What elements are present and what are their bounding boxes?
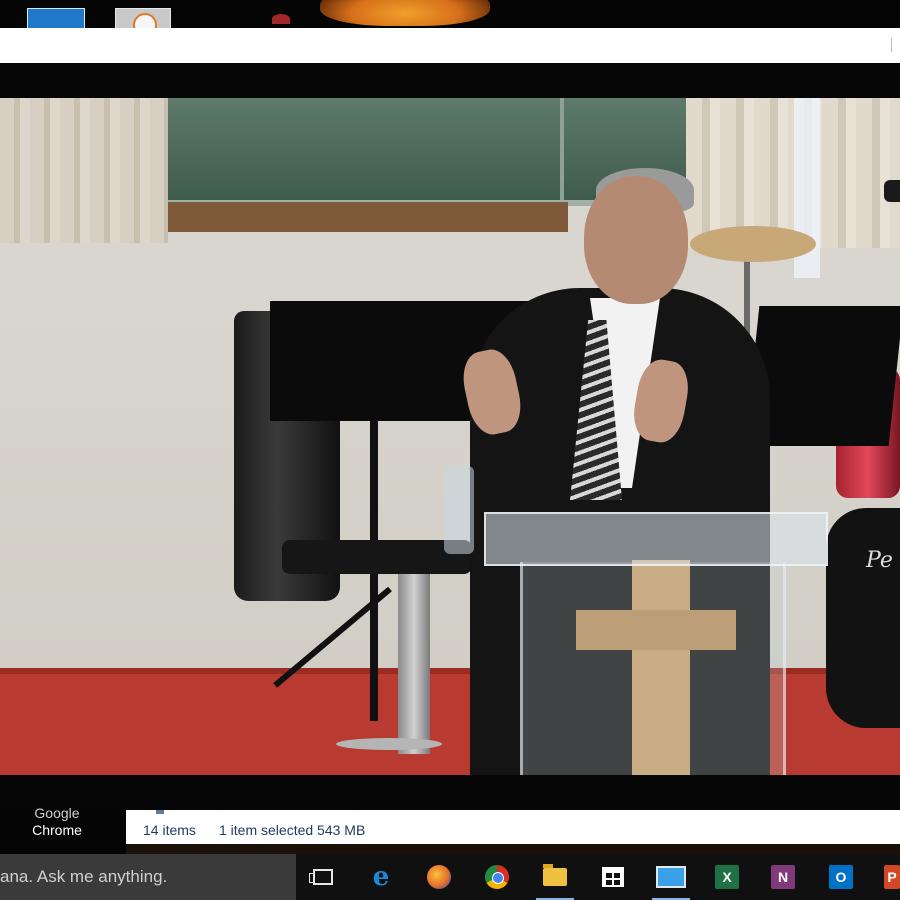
stool-leg bbox=[398, 574, 430, 754]
chrome-shortcut-label-line2: Chrome bbox=[32, 822, 82, 838]
chrome-button[interactable] bbox=[474, 854, 520, 900]
excel-icon: X bbox=[715, 865, 739, 889]
video-letterbox-top bbox=[0, 63, 900, 98]
selection-info: 1 item selected 543 MB bbox=[219, 822, 366, 838]
excel-button[interactable]: X bbox=[704, 854, 750, 900]
firefox-icon bbox=[427, 865, 451, 889]
left-curtain bbox=[0, 98, 168, 243]
edge-button[interactable]: e bbox=[358, 854, 404, 900]
drum-brand: Pe bbox=[866, 548, 893, 573]
dial-icon bbox=[133, 13, 157, 28]
desktop-shortcut-dial-icon[interactable] bbox=[115, 8, 171, 28]
wallpaper-flame-graphic bbox=[320, 0, 490, 26]
folder-icon bbox=[543, 864, 567, 886]
onenote-button[interactable]: N bbox=[760, 854, 806, 900]
desktop-shortcut-icon[interactable] bbox=[27, 8, 85, 28]
store-icon bbox=[602, 867, 624, 887]
glass-podium bbox=[484, 512, 828, 566]
item-count: 14 items bbox=[143, 822, 196, 838]
window-edge bbox=[891, 38, 900, 52]
bass-drum: Pe bbox=[826, 508, 900, 728]
outlook-button[interactable]: O bbox=[818, 854, 864, 900]
monitor-icon bbox=[656, 866, 686, 888]
desktop-top-strip bbox=[0, 0, 900, 28]
stool-base bbox=[336, 738, 442, 750]
store-button[interactable] bbox=[590, 854, 636, 900]
file-explorer-button[interactable] bbox=[532, 854, 578, 900]
microphone bbox=[884, 180, 900, 202]
powerpoint-button[interactable]: P bbox=[876, 854, 900, 900]
firefox-button[interactable] bbox=[416, 854, 462, 900]
search-placeholder: ana. Ask me anything. bbox=[0, 867, 168, 886]
video-frame[interactable]: Pe bbox=[0, 98, 900, 775]
chrome-shortcut[interactable]: Google Chrome bbox=[22, 805, 92, 839]
explorer-status-bar: 14 items 1 item selected 543 MB bbox=[126, 810, 900, 844]
right-curtain bbox=[686, 98, 900, 278]
powerpoint-icon: P bbox=[884, 865, 900, 889]
speaker-head bbox=[584, 176, 688, 304]
remote-desktop-button[interactable] bbox=[648, 854, 694, 900]
task-view-icon bbox=[309, 869, 333, 885]
window-sill bbox=[168, 202, 568, 232]
status-marker bbox=[156, 810, 164, 814]
cortana-search-box[interactable]: ana. Ask me anything. bbox=[0, 854, 296, 900]
task-view-button[interactable] bbox=[300, 854, 346, 900]
outlook-icon: O bbox=[829, 865, 853, 889]
explorer-window-toolbar bbox=[0, 28, 900, 63]
water-bottle bbox=[444, 466, 474, 554]
cymbal bbox=[690, 226, 816, 262]
onenote-icon: N bbox=[771, 865, 795, 889]
chrome-icon bbox=[485, 865, 509, 889]
edge-icon: e bbox=[372, 862, 390, 892]
wallpaper-graphic bbox=[272, 14, 290, 24]
chrome-shortcut-label-line1: Google bbox=[34, 805, 80, 821]
podium-front bbox=[520, 562, 786, 775]
wallpaper-strip bbox=[126, 844, 900, 854]
video-letterbox-bottom bbox=[0, 775, 900, 810]
